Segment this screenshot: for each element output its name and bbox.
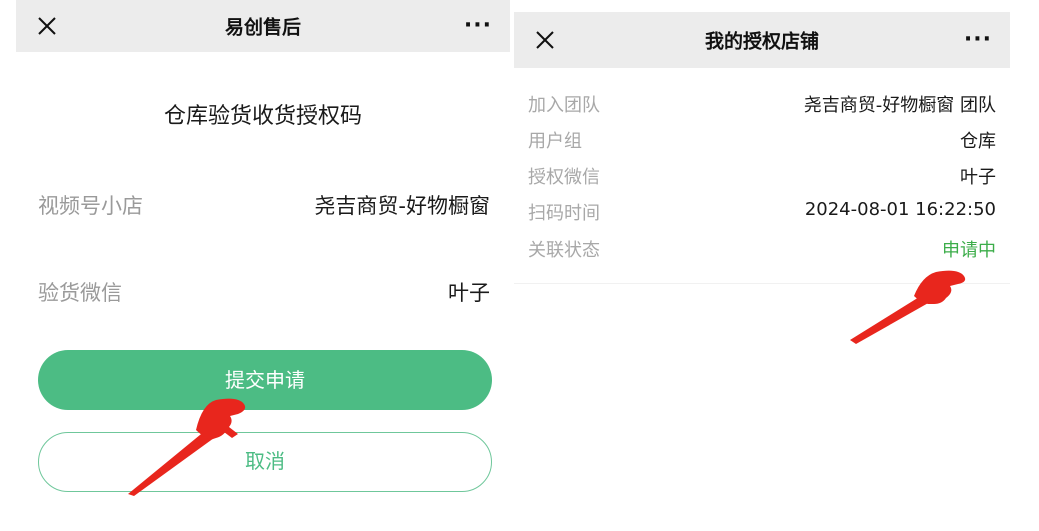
left-screen-panel: 易创售后 ··· 仓库验货收货授权码 视频号小店 尧吉商贸-好物橱窗 验货微信 … bbox=[16, 0, 510, 531]
page-title: 我的授权店铺 bbox=[704, 30, 819, 53]
inspection-wechat-row: 验货微信 叶子 bbox=[38, 277, 490, 307]
link-status-label: 关联状态 bbox=[528, 240, 600, 261]
shop-row: 视频号小店 尧吉商贸-好物橱窗 bbox=[38, 190, 490, 220]
status-badge: 申请中 bbox=[942, 240, 996, 261]
more-icon[interactable]: ··· bbox=[964, 29, 992, 51]
team-label: 加入团队 bbox=[528, 95, 600, 116]
more-icon[interactable]: ··· bbox=[464, 15, 492, 37]
team-value: 尧吉商贸-好物橱窗 团队 bbox=[803, 95, 996, 116]
submit-application-button[interactable]: 提交申请 bbox=[38, 350, 492, 410]
info-row-scan-time: 扫码时间 2024-08-01 16:22:50 bbox=[528, 199, 996, 225]
left-navbar: 易创售后 ··· bbox=[16, 0, 510, 52]
inspection-wechat-label: 验货微信 bbox=[38, 281, 122, 305]
info-row-team: 加入团队 尧吉商贸-好物橱窗 团队 bbox=[528, 91, 996, 117]
cancel-button[interactable]: 取消 bbox=[38, 432, 492, 492]
divider bbox=[514, 283, 1010, 284]
info-row-link-status: 关联状态 申请中 bbox=[528, 236, 996, 262]
info-row-auth-wechat: 授权微信 叶子 bbox=[528, 163, 996, 189]
page-title: 易创售后 bbox=[224, 16, 301, 39]
right-navbar: 我的授权店铺 ··· bbox=[514, 12, 1010, 68]
auth-wechat-value: 叶子 bbox=[960, 167, 996, 188]
auth-wechat-label: 授权微信 bbox=[528, 167, 600, 188]
info-row-user-group: 用户组 仓库 bbox=[528, 127, 996, 153]
user-group-label: 用户组 bbox=[528, 131, 582, 152]
shop-value: 尧吉商贸-好物橱窗 bbox=[314, 194, 490, 218]
right-screen-panel: 我的授权店铺 ··· 加入团队 尧吉商贸-好物橱窗 团队 用户组 仓库 授权微信… bbox=[514, 0, 1010, 531]
auth-code-heading: 仓库验货收货授权码 bbox=[163, 104, 362, 129]
user-group-value: 仓库 bbox=[960, 131, 996, 152]
inspection-wechat-value: 叶子 bbox=[448, 281, 490, 305]
scan-time-value: 2024-08-01 16:22:50 bbox=[804, 199, 996, 220]
shop-label: 视频号小店 bbox=[38, 194, 143, 218]
scan-time-label: 扫码时间 bbox=[528, 203, 600, 224]
